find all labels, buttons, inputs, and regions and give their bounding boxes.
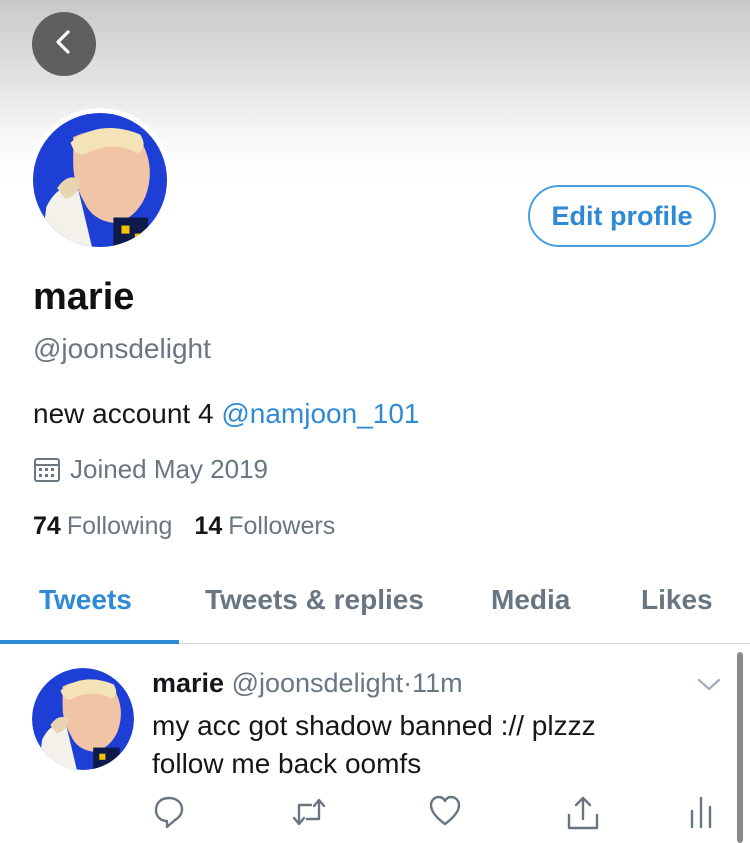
followers-count: 14 xyxy=(194,512,223,540)
tweet-avatar[interactable] xyxy=(32,668,134,770)
edit-profile-button[interactable]: Edit profile xyxy=(528,185,716,247)
tweet-separator: · xyxy=(403,668,413,698)
retweet-icon[interactable] xyxy=(291,795,327,834)
followers-link[interactable]: 14 Followers xyxy=(194,512,335,541)
joined-text: Joined May 2019 xyxy=(70,454,269,484)
share-icon[interactable] xyxy=(566,795,600,836)
tweet-time: 11m xyxy=(412,668,463,698)
tab-likes[interactable]: Likes xyxy=(641,584,713,616)
chevron-left-icon xyxy=(49,27,79,62)
bio-text: new account 4 xyxy=(33,398,222,429)
tweet-header: marie @joonsdelight·11m xyxy=(152,668,463,699)
tweet-actions xyxy=(0,795,750,831)
tab-tweets-and-replies[interactable]: Tweets & replies xyxy=(205,584,424,616)
chevron-down-icon[interactable] xyxy=(696,676,722,699)
avatar-image xyxy=(33,113,167,247)
tweet-text: my acc got shadow banned :// plzzz follo… xyxy=(152,710,596,779)
profile-handle: @joonsdelight xyxy=(33,333,211,364)
scrollbar[interactable] xyxy=(737,652,743,843)
reply-icon[interactable] xyxy=(153,795,185,834)
following-count: 74 xyxy=(33,512,61,540)
like-icon[interactable] xyxy=(428,795,462,832)
bio-mention-link[interactable]: @namjoon_101 xyxy=(221,398,419,429)
tab-media[interactable]: Media xyxy=(491,584,570,616)
profile-avatar[interactable] xyxy=(28,108,172,252)
calendar-icon xyxy=(33,456,61,484)
tweet-author-handle[interactable]: @joonsdelight xyxy=(232,668,404,698)
follow-stats: 74 Following 14 Followers xyxy=(33,512,335,541)
tweet-avatar-image xyxy=(32,668,134,770)
tab-tweets[interactable]: Tweets xyxy=(39,584,132,616)
profile-display-name: marie xyxy=(33,276,135,318)
following-link[interactable]: 74 Following xyxy=(33,512,172,541)
tweet-author-name[interactable]: marie xyxy=(152,668,224,698)
followers-label: Followers xyxy=(228,512,336,540)
following-label: Following xyxy=(66,512,173,540)
analytics-icon[interactable] xyxy=(688,795,714,834)
profile-tabs: Tweets Tweets & replies Media Likes xyxy=(0,580,750,644)
active-tab-indicator xyxy=(0,640,179,644)
profile-bio: new account 4 @namjoon_101 xyxy=(33,398,419,430)
back-button[interactable] xyxy=(32,12,96,76)
joined-date: Joined May 2019 xyxy=(33,454,268,485)
